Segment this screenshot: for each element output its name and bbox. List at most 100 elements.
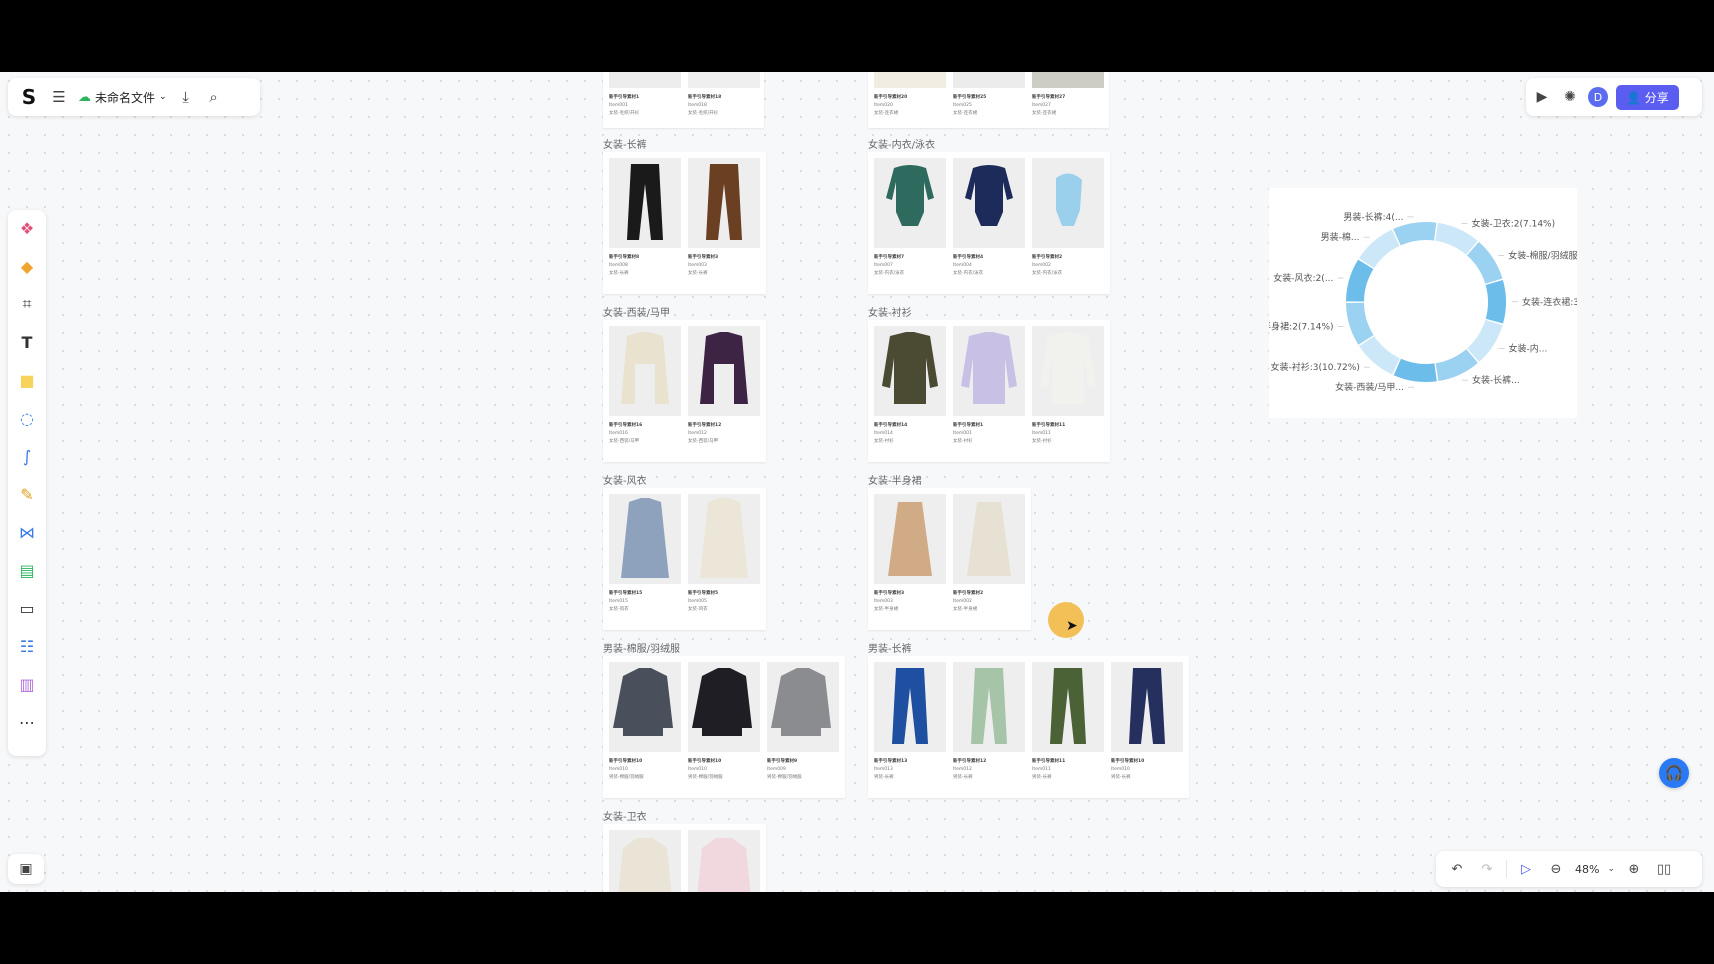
headset-help-icon[interactable]: 🎧 [1659,758,1689,788]
product-item[interactable]: 新手引导素材18 Item018 女装-毛织/开衫 [688,72,760,118]
donut-chart-svg: 女装-卫衣:2(7.14%) 女装-棉服/羽绒服:2(7.1... 女装-连衣裙:3… [1241,211,1613,393]
group-label[interactable]: 女装-长裤 [603,136,647,151]
group-label[interactable]: 女装-风衣 [603,472,647,487]
group-label[interactable]: 女装-半身裙 [868,472,922,487]
donut-slice[interactable] [1346,259,1374,302]
text-icon[interactable]: T [14,330,40,354]
product-item[interactable]: 新手引导素材25 Item025 女装-连衣裙 [953,72,1025,118]
product-item[interactable]: 新手引导素材11 Item011 女装-衬衫 [1032,326,1104,446]
zoom-in-icon[interactable]: ⊕ [1623,862,1645,877]
slice-label: 女装-棉服/羽绒服:2(7.1... [1508,249,1577,261]
menu-icon[interactable]: ☰ [50,88,68,106]
product-item[interactable]: 新手引导素材14 Item014 女装-衬衫 [874,326,946,446]
left-toolbar: ❖ ◆ ⌗ T ■ ◌ ∫ ✎ ⋈ ▤ ▭ ☷ ▥ ⋯ [8,210,46,756]
whiteboard-canvas[interactable]: 新手引导素材1 Item001 女装-毛织/开衫 新手引导素材18 Item018 女装… [0,72,1714,892]
slice-label: 女装-长裤... [1472,374,1520,386]
zoom-level[interactable]: 48% [1575,863,1599,876]
donut-slice[interactable] [1359,229,1400,269]
text-box-icon[interactable]: ▭ [14,596,40,620]
group-label[interactable]: 女装-卫衣 [603,808,647,823]
list-icon[interactable]: ☷ [14,634,40,658]
mindmap-icon[interactable]: ⋈ [14,520,40,544]
product-item[interactable]: 新手引导素材7 Item007 女装-内衣/泳衣 [874,158,946,278]
product-card-partial[interactable]: 新手引导素材20 Item020 女装-连衣裙 新手引导素材25 Item025 女装-… [868,72,1109,128]
product-item[interactable]: 新手引导素材1 Item001 女装-毛织/开衫 [609,72,681,118]
product-group-card[interactable]: 新手引导素材7 Item007 女装-内衣/泳衣 新手引导素材4 Item004 女装-… [868,152,1110,294]
app-logo-icon[interactable]: S [18,85,40,109]
product-group-card[interactable]: 新手引导素材13 Item013 男装-长裤 新手引导素材12 Item012 男装-长… [868,656,1189,798]
sticky-note-icon[interactable]: ■ [14,368,40,392]
frame-icon[interactable]: ⌗ [14,292,40,316]
product-item[interactable]: 新手引导素材27 Item027 女装-连衣裙 [1032,72,1104,118]
shape-icon[interactable]: ◌ [14,406,40,430]
product-item[interactable]: 新手引导素材3 Item003 女装-半身裙 [874,494,946,614]
product-item[interactable] [688,830,760,892]
product-item[interactable] [609,830,681,892]
file-name: 未命名文件 [95,90,156,105]
layers-icon[interactable]: ◆ [14,254,40,278]
product-item[interactable]: 新手引导素材4 Item004 女装-内衣/泳衣 [953,158,1025,278]
download-icon[interactable]: ⤓ [177,88,195,106]
share-button[interactable]: 👤 分享 [1616,84,1679,110]
zoom-out-icon[interactable]: ⊖ [1545,862,1567,877]
product-group-card[interactable]: 新手引导素材3 Item003 女装-半身裙 新手引导素材2 Item002 女装-半身… [868,488,1031,630]
product-item[interactable]: 新手引导素材10 Item010 男装-长裤 [1111,662,1183,782]
donut-slice[interactable] [1393,222,1437,246]
group-label[interactable]: 女装-西装/马甲 [603,304,670,319]
product-item[interactable]: 新手引导素材1 Item001 女装-衬衫 [953,326,1025,446]
play-icon[interactable]: ▶ [1532,89,1552,105]
product-item[interactable]: 新手引导素材20 Item020 女装-连衣裙 [874,72,946,118]
group-label[interactable]: 女装-衬衫 [868,304,912,319]
product-group-card[interactable] [603,824,766,892]
minimap-toggle[interactable]: ▣ [8,854,44,884]
donut-slice[interactable] [1393,358,1437,382]
file-name-button[interactable]: ☁ 未命名文件 ⌄ [78,89,167,106]
product-item[interactable]: 新手引导素材15 Item015 女装-风衣 [609,494,681,614]
templates-icon[interactable]: ❖ [14,216,40,240]
product-group-card[interactable]: 新手引导素材14 Item014 女装-衬衫 新手引导素材1 Item001 女装-衬衫… [868,320,1110,462]
undo-icon[interactable]: ↶ [1446,862,1468,877]
more-icon[interactable]: ⋯ [14,710,40,734]
product-meta: 新手引导素材27 Item027 女装-连衣裙 [1032,95,1066,116]
celebrate-icon[interactable]: ✺ [1560,89,1580,105]
product-item[interactable]: 新手引导素材12 Item012 男装-长裤 [953,662,1025,782]
map-icon[interactable]: ▯▯ [1653,862,1675,877]
product-item[interactable]: 新手引导素材2 Item002 女装-半身裙 [953,494,1025,614]
product-group-card[interactable]: 新手引导素材10 Item010 男装-棉服/羽绒服 新手引导素材10 Item010… [603,656,845,798]
donut-slice[interactable] [1466,241,1503,284]
product-item[interactable]: 新手引导素材12 Item012 女装-西装/马甲 [688,326,760,446]
product-group-card[interactable]: 新手引导素材15 Item015 女装-风衣 新手引导素材5 Item005 女装-风衣 [603,488,766,630]
connector-icon[interactable]: ∫ [14,444,40,468]
kanban-icon[interactable]: ▥ [14,672,40,696]
donut-slice[interactable] [1485,280,1506,324]
category-donut-chart[interactable]: 女装-卫衣:2(7.14%) 女装-棉服/羽绒服:2(7.1... 女装-连衣裙:3… [1241,188,1613,418]
donut-slice[interactable] [1359,336,1400,375]
product-item[interactable]: 新手引导素材8 Item008 女装-长裤 [609,158,681,278]
product-group-card[interactable]: 新手引导素材8 Item008 女装-长裤 新手引导素材3 Item003 女装-长裤 [603,152,766,294]
product-group-card[interactable]: 新手引导素材16 Item016 女装-西装/马甲 新手引导素材12 Item012 女… [603,320,766,462]
product-item[interactable]: 新手引导素材16 Item016 女装-西装/马甲 [609,326,681,446]
table-icon[interactable]: ▤ [14,558,40,582]
product-item[interactable]: 新手引导素材11 Item011 男装-长裤 [1032,662,1104,782]
product-item[interactable]: 新手引导素材9 Item009 男装-棉服/羽绒服 [767,662,839,782]
redo-icon[interactable]: ↷ [1476,862,1498,877]
avatar[interactable]: D [1588,87,1608,107]
product-item[interactable]: 新手引导素材2 Item002 女装-内衣/泳衣 [1032,158,1104,278]
pen-icon[interactable]: ✎ [14,482,40,506]
product-item[interactable]: 新手引导素材10 Item010 男装-棉服/羽绒服 [688,662,760,782]
group-label[interactable]: 女装-内衣/泳衣 [868,136,935,151]
chevron-down-icon[interactable]: ⌄ [1607,864,1615,874]
search-icon[interactable]: ⌕ [205,88,223,106]
product-image [1032,662,1104,752]
donut-slice[interactable] [1346,302,1374,345]
group-label[interactable]: 男装-棉服/羽绒服 [603,640,680,655]
product-item[interactable]: 新手引导素材5 Item005 女装-风衣 [688,494,760,614]
product-item[interactable]: 新手引导素材3 Item003 女装-长裤 [688,158,760,278]
product-card-partial[interactable]: 新手引导素材1 Item001 女装-毛织/开衫 新手引导素材18 Item018 女装… [603,72,764,128]
group-label[interactable]: 男装-长裤 [868,640,912,655]
select-pointer-icon[interactable]: ▷ [1515,862,1537,877]
donut-slice[interactable] [1467,319,1503,362]
product-item[interactable]: 新手引导素材10 Item010 男装-棉服/羽绒服 [609,662,681,782]
product-meta: 新手引导素材9 Item009 男装-棉服/羽绒服 [767,759,802,780]
product-item[interactable]: 新手引导素材13 Item013 男装-长裤 [874,662,946,782]
